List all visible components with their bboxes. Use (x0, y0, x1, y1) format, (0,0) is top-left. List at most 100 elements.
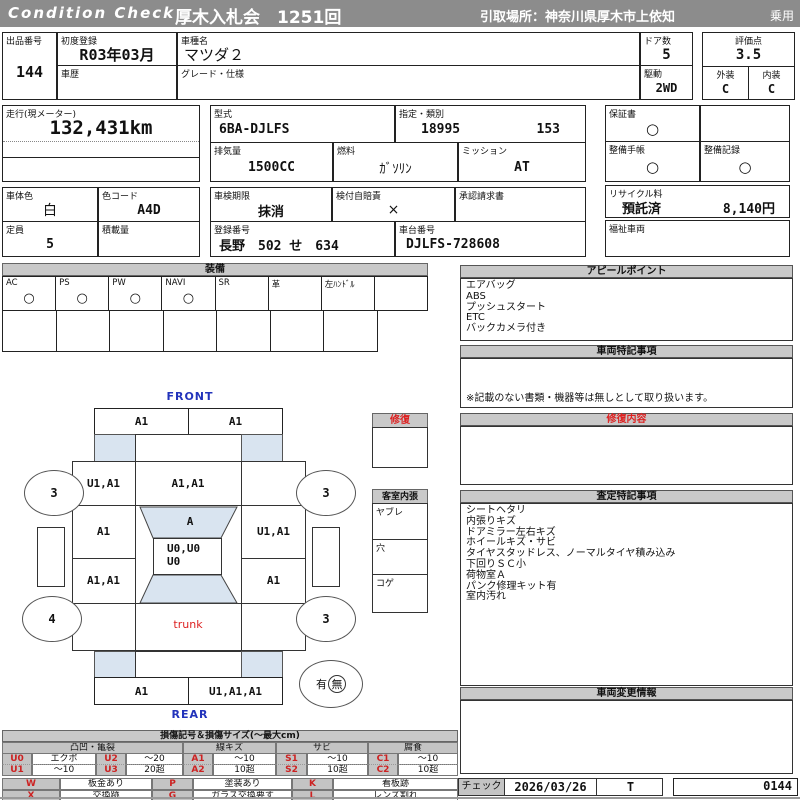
cowl-center (135, 434, 242, 462)
registration-number-box: 登録番号 長野 502 せ 634 (210, 221, 395, 257)
maintenance-record-box: 整備記録 ○ (700, 141, 790, 182)
warranty-extra-box (700, 105, 790, 142)
equipment-cell-ac: AC ○ (3, 277, 57, 310)
first-registration-value: R03年03月 (79, 46, 155, 64)
quarter-rear-right-damage: A1 (266, 574, 281, 587)
door-right-damage: U1,A1 (256, 525, 291, 538)
appeal-item: ABS (466, 290, 486, 302)
class-box: 指定・類別 18995 153 (395, 105, 586, 143)
chassis-number-box: 車台番号 DJLFS-728608 (395, 221, 586, 257)
repair-content-header: 修復内容 (460, 413, 793, 426)
check-date: 2026/03/26 (505, 779, 597, 795)
rear-corner-left (94, 651, 136, 678)
capacity-value: 5 (46, 237, 54, 252)
cabin-lining-tear: ヤブレ (372, 503, 428, 540)
cabin-lining-hole: 穴 (372, 539, 428, 575)
lot-number-box: 出品番号 144 (2, 32, 57, 100)
appeal-item: エアバッグ (466, 280, 516, 291)
equipment-cell-navi: NAVI ○ (162, 277, 216, 310)
repair-mini-box (372, 427, 428, 468)
model-name-box: 車種名 マツダ２ (177, 32, 640, 66)
history-value (58, 78, 176, 98)
repair-mini-header: 修復 (372, 413, 428, 428)
diagram-front-label: FRONT (166, 390, 214, 403)
transmission-box: ミッション AT (458, 142, 586, 182)
body-color-value: 白 (43, 203, 57, 219)
rear-bumper-right-damage: U1,A1,A1 (209, 684, 262, 698)
trunk-label: trunk (173, 617, 203, 631)
welfare-vehicle-value (606, 233, 789, 255)
assessment-item: 内張りキズ (466, 515, 516, 527)
fuel-box: 燃料 ｶﾞｿﾘﾝ (333, 142, 458, 182)
door-left-damage: A1 (96, 525, 111, 538)
recycle-fee-value: 8,140円 (722, 201, 775, 217)
equipment-cell-pw: PW ○ (109, 277, 163, 310)
load-capacity-box: 積載量 (98, 221, 200, 257)
appeal-item: プッシュスタート (466, 301, 546, 313)
maintenance-book-box: 整備手帳 ○ (605, 141, 700, 182)
special-notes-box: ※記載のない書類・機器等は無しとして取り扱います。 (460, 358, 793, 408)
assessment-box: シートヘタリ 内張りキズ ドアミラー左右キズ ホイールキズ・サビ タイヤスタッド… (460, 503, 793, 686)
diagram-rear-label: REAR (171, 708, 209, 721)
transmission-value: AT (514, 160, 530, 175)
grade-value (178, 78, 639, 98)
spare-tire-no-circled: 無 (328, 675, 346, 693)
score-value: 3.5 (735, 46, 762, 63)
class-value-1: 18995 (421, 122, 461, 137)
equipment-cell-lhd: 左ﾊﾝﾄﾞﾙ (322, 277, 375, 310)
recycle-status: 預託済 (622, 201, 662, 217)
welfare-vehicle-box: 福祉車両 (605, 220, 790, 257)
displacement-value: 1500CC (248, 160, 295, 175)
assessment-item: 下回りＳＣ小 (466, 558, 526, 570)
doors-box: ドア数 5 (640, 32, 693, 66)
first-registration-box: 初度登録 R03年03月 (57, 32, 177, 66)
check-label: チェック (459, 779, 505, 795)
front-bumper: A1 A1 (94, 408, 283, 435)
rear-center (135, 651, 242, 678)
repair-content-box (460, 426, 793, 485)
spare-tire-indicator: 有 無 (299, 660, 363, 708)
cabin-lining-header: 客室内張 (372, 489, 428, 504)
rear-bumper-left-damage: A1 (95, 678, 189, 704)
recycle-fee-box: リサイクル料 預託済 8,140円 (605, 185, 790, 218)
color-code-value: A4D (137, 202, 161, 218)
title-bar: Condition Check 厚木入札会 1251回 引取場所：神奈川県厚木市… (0, 0, 800, 28)
exterior-grade-value: C (721, 81, 730, 96)
registration-number-value: 長野 502 せ 634 (219, 239, 339, 254)
cabin-lining-burn: コゲ (372, 574, 428, 613)
auction-title: 厚木入札会 1251回 (175, 8, 342, 28)
rocker-right (312, 527, 340, 587)
special-notes-text: ※記載のない書類・機器等は無しとして取り扱います。 (466, 393, 714, 405)
drive-value: 2WD (655, 81, 678, 95)
mileage-box: 走行(現メーター) 132,431km (2, 105, 200, 182)
legend-row-2: U1 〜10 U3 20超 A2 10超 S2 10超 C2 10超 (2, 764, 458, 776)
color-code-box: 色コード A4D (98, 187, 200, 222)
body-color-box: 車体色 白 (2, 187, 98, 222)
load-capacity-value (99, 234, 199, 255)
equipment-row: AC ○ PS ○ PW ○ NAVI ○ SR 革 左ﾊﾝﾄﾞﾙ (2, 276, 428, 311)
rear-bumper: A1 U1,A1,A1 (94, 677, 283, 705)
equipment-cell-extra (375, 277, 427, 310)
lot-number-value: 144 (15, 62, 44, 81)
interior-grade-value: C (767, 81, 776, 96)
equipment-row-2 (2, 310, 378, 352)
roof-damage-line2: U0 (167, 555, 181, 568)
legend-title: 損傷記号＆損傷サイズ(〜最大cm) (2, 730, 458, 742)
equipment-header: 装備 (2, 263, 428, 276)
chassis-number-value: DJLFS-728608 (406, 237, 500, 252)
brand-logo: Condition Check (8, 4, 176, 22)
fuel-value: ｶﾞｿﾘﾝ (379, 162, 412, 177)
score-box: 評価点 3.5 外装 C 内装 C (702, 32, 795, 100)
front-bumper-left-damage: A1 (95, 409, 189, 434)
approval-value (456, 200, 585, 220)
wheel-front-right: 3 (296, 470, 356, 516)
equipment-cell-sr: SR (216, 277, 269, 310)
front-bumper-right-damage: A1 (228, 415, 243, 428)
change-info-header: 車両変更情報 (460, 687, 793, 700)
insurance-value: × (387, 202, 400, 218)
check-row: チェック 2026/03/26 T (458, 778, 663, 796)
change-info-box (460, 700, 793, 774)
inspection-box: 車検期限 抹消 (210, 187, 332, 222)
wheel-rear-left: 4 (22, 596, 82, 642)
condition-check-sheet: Condition Check 厚木入札会 1251回 引取場所：神奈川県厚木市… (0, 0, 800, 800)
